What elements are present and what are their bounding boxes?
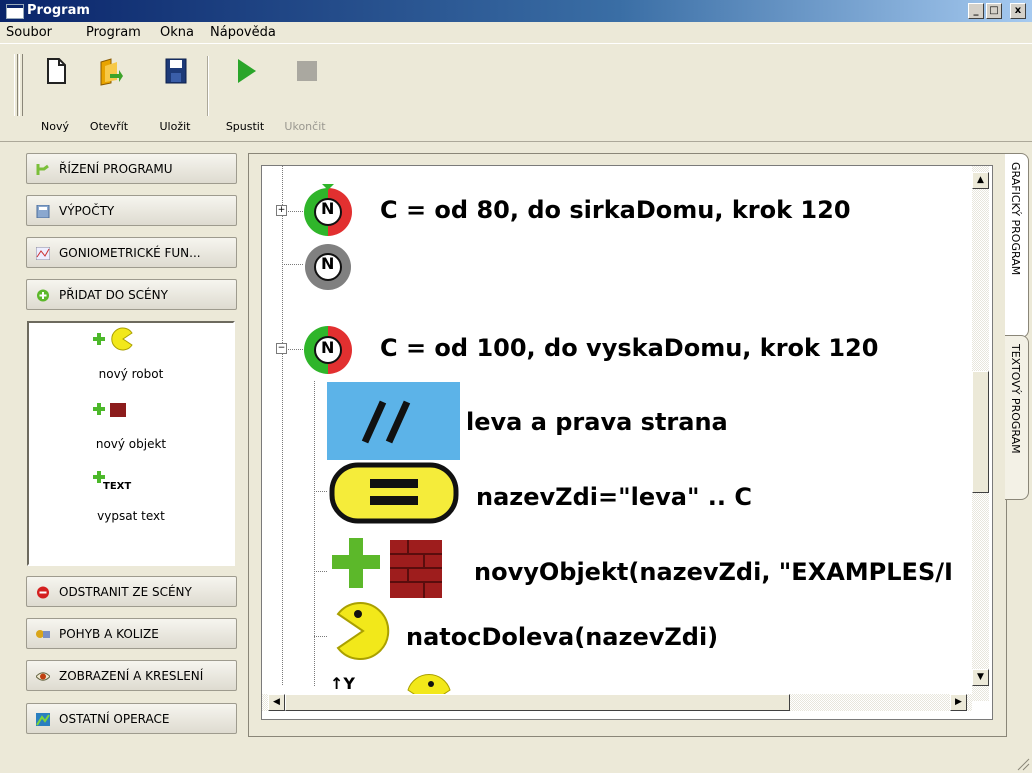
loop-node-letter: N [321,199,335,218]
scroll-up-button[interactable]: ▲ [972,172,989,189]
tab-label: TEXTOVÝ PROGRAM [1009,344,1022,454]
vertical-scrollbar-thumb[interactable] [972,371,989,493]
category-program-control[interactable]: ŘÍZENÍ PROGRAMU [26,153,237,184]
run-label: Spustit [225,120,265,133]
new-label: Nový [41,120,69,133]
resize-grip-icon[interactable] [1014,755,1030,771]
category-calculations[interactable]: VÝPOČTY [26,195,237,226]
add-to-scene-panel: nový robot nový objekt TEXT vypsat text [27,321,235,566]
tree-line [314,381,315,686]
toolbar-grip[interactable] [19,54,23,116]
category-remove-from-scene[interactable]: ODSTRANIT ZE SCÉNY [26,576,237,607]
scroll-left-button[interactable]: ◀ [268,694,285,711]
loop-statement[interactable]: C = od 80, do sirkaDomu, krok 120 [380,196,851,224]
rotate-statement[interactable]: natocDoleva(nazevZdi) [406,623,718,651]
calculator-icon [36,205,50,218]
maximize-button[interactable]: □ [986,3,1002,19]
tree-line [282,166,283,686]
minimize-button[interactable]: _ [968,3,984,19]
assign-icon[interactable] [328,461,460,525]
menu-napoveda[interactable]: Nápověda [210,25,276,40]
open-button[interactable]: Otevřít [84,50,134,133]
scroll-right-button[interactable]: ▶ [950,694,967,711]
misc-icon [36,713,50,726]
open-label: Otevřít [89,120,129,133]
category-add-to-scene[interactable]: PŘIDAT DO SCÉNY [26,279,237,310]
tree-line [314,636,328,637]
category-label: ZOBRAZENÍ A KRESLENÍ [59,669,204,683]
play-icon [238,59,256,83]
tree-line [314,571,328,572]
category-display[interactable]: ZOBRAZENÍ A KRESLENÍ [26,660,237,691]
run-button[interactable]: Spustit [220,50,270,133]
menu-soubor[interactable]: Soubor [6,25,52,40]
save-label: Uložit [159,120,191,133]
stop-label: Ukončit [284,120,326,133]
tab-label: GRAFICKÝ PROGRAM [1009,162,1022,276]
new-file-icon [47,58,66,84]
title-bar: Program _ □ x [0,0,1032,22]
plus-circle-icon [37,289,49,302]
category-label: ODSTRANIT ZE SCÉNY [59,585,192,599]
new-robot-label[interactable]: nový robot [29,367,233,381]
category-label: ŘÍZENÍ PROGRAMU [59,162,173,176]
eye-icon [36,672,50,681]
horizontal-scrollbar-thumb[interactable] [285,694,790,711]
category-label: VÝPOČTY [59,204,115,218]
new-object-label[interactable]: nový objekt [29,437,233,451]
save-disk-icon [165,58,187,84]
category-other[interactable]: OSTATNÍ OPERACE [26,703,237,734]
new-object-statement[interactable]: novyObjekt(nazevZdi, "EXAMPLES/I [474,558,953,586]
expand-button[interactable]: + [276,205,287,216]
print-text-label[interactable]: vypsat text [29,509,233,523]
toolbar: Nový Otevřít Uložit Spustit Ukončit [0,43,1032,142]
tree-line [314,491,328,492]
robot-rotate-icon[interactable] [328,600,398,662]
stop-icon [297,61,317,81]
new-object-icon[interactable] [93,397,133,423]
category-label: GONIOMETRICKÉ FUN... [59,246,201,260]
minus-circle-icon [37,586,49,599]
collapse-button[interactable]: − [276,343,287,354]
save-button[interactable]: Uložit [150,50,200,133]
loop-node-letter: N [321,254,335,273]
assign-statement[interactable]: nazevZdi="leva" .. C [476,483,752,511]
toolbar-separator [207,56,209,116]
collision-icon [36,630,50,638]
window-title: Program [27,3,90,18]
comment-icon[interactable] [327,382,460,460]
open-folder-icon [100,58,123,86]
menu-program[interactable]: Program [86,25,141,40]
loop-node-letter: N [321,338,335,357]
menu-okna[interactable]: Okna [160,25,194,40]
category-label: OSTATNÍ OPERACE [59,712,170,726]
scroll-down-button[interactable]: ▼ [972,669,989,686]
category-movement[interactable]: POHYB A KOLIZE [26,618,237,649]
partial-label: ↑Y [330,674,355,693]
new-button[interactable]: Nový [30,50,80,133]
app-icon [6,4,24,19]
category-label: POHYB A KOLIZE [59,627,159,641]
new-robot-icon[interactable] [93,327,133,353]
menu-bar: Soubor Program Okna Nápověda [0,22,1032,43]
category-label: PŘIDAT DO SCÉNY [59,288,168,302]
text-badge: TEXT [103,481,132,492]
comment-text[interactable]: leva a prava strana [466,408,728,436]
category-goniometric[interactable]: GONIOMETRICKÉ FUN... [26,237,237,268]
close-button[interactable]: x [1010,3,1026,19]
tab-text-program[interactable]: TEXTOVÝ PROGRAM [1005,335,1029,500]
toolbar-grip[interactable] [14,54,18,116]
graph-icon [36,247,50,260]
tab-graphic-program[interactable]: GRAFICKÝ PROGRAM [1005,153,1029,338]
branch-icon [36,164,49,175]
graphic-program-canvas[interactable]: + − N C = od 80, do sirkaDomu, krok 120 … [261,165,993,720]
new-object-node-icon[interactable] [328,534,448,600]
stop-button[interactable]: Ukončit [280,50,330,133]
loop-statement[interactable]: C = od 100, do vyskaDomu, krok 120 [380,334,878,362]
